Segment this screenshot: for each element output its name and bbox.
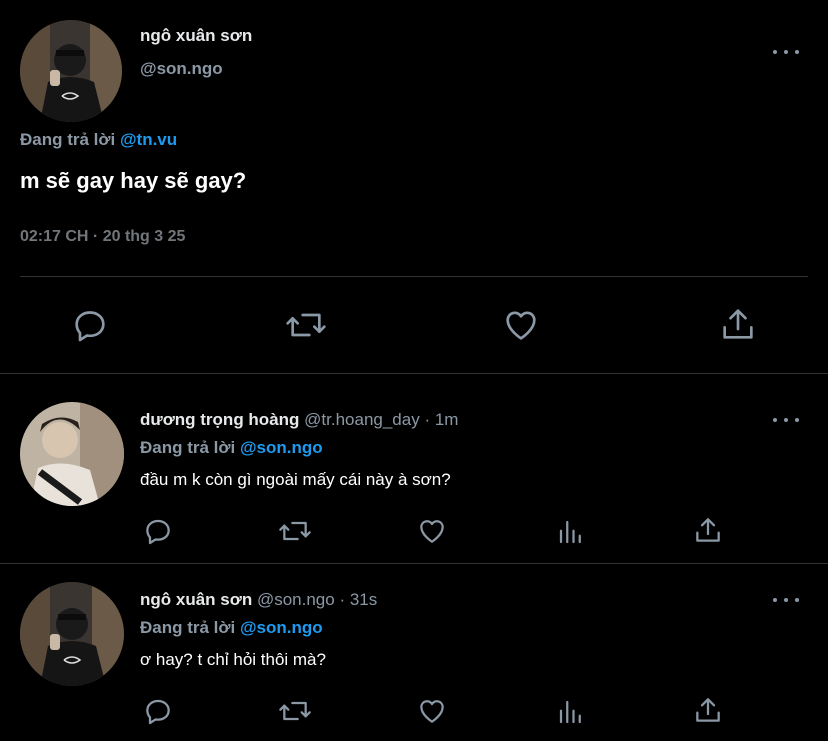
analytics-icon[interactable] — [556, 696, 586, 728]
more-icon[interactable] — [773, 415, 799, 425]
replying-prefix: Đang trả lời — [20, 130, 116, 149]
reply-text: ơ hay? t chỉ hỏi thôi mà? — [140, 650, 326, 669]
author-display-name[interactable]: ngô xuân sơn — [140, 26, 252, 46]
reply-time[interactable]: · 1m — [424, 410, 458, 429]
retweet-icon[interactable] — [277, 695, 313, 727]
tweet-text: m sẽ gay hay sẽ gay? — [20, 168, 247, 193]
reply-text: đầu m k còn gì ngoài mấy cái này à sơn? — [140, 470, 451, 489]
author-avatar[interactable] — [20, 20, 122, 122]
replying-to-line: Đang trả lời @son.ngo — [140, 618, 323, 638]
replying-to-handle[interactable]: @son.ngo — [240, 618, 323, 637]
tweet-timestamp[interactable]: 02:17 CH · 20 thg 3 25 — [20, 228, 185, 246]
replying-to-line: Đang trả lời @son.ngo — [140, 438, 323, 458]
divider — [20, 276, 808, 277]
section-divider — [0, 563, 828, 564]
reply-icon[interactable] — [142, 695, 174, 727]
author-handle[interactable]: @son.ngo — [140, 59, 223, 79]
reply-display-name[interactable]: dương trọng hoàng — [140, 410, 299, 429]
like-icon[interactable] — [501, 305, 541, 345]
reply-header: ngô xuân sơn @son.ngo · 31s — [140, 590, 377, 610]
retweet-icon[interactable] — [277, 515, 313, 547]
replying-prefix: Đang trả lời — [140, 438, 236, 457]
reply-icon[interactable] — [142, 515, 174, 547]
more-icon[interactable] — [773, 595, 799, 605]
reply-handle[interactable]: @son.ngo — [257, 590, 335, 609]
retweet-icon[interactable] — [284, 305, 328, 345]
section-divider — [0, 373, 828, 374]
replying-prefix: Đang trả lời — [140, 618, 236, 637]
analytics-icon[interactable] — [556, 516, 586, 548]
reply-author-avatar[interactable] — [20, 582, 124, 686]
share-icon[interactable] — [692, 694, 724, 726]
share-icon[interactable] — [692, 514, 724, 546]
like-icon[interactable] — [416, 695, 448, 727]
reply-time[interactable]: · 31s — [339, 590, 377, 609]
reply-author-avatar[interactable] — [20, 402, 124, 506]
reply-display-name[interactable]: ngô xuân sơn — [140, 590, 252, 609]
replying-to-handle[interactable]: @tn.vu — [120, 130, 177, 149]
reply-icon[interactable] — [70, 305, 110, 345]
share-icon[interactable] — [718, 304, 758, 344]
like-icon[interactable] — [416, 515, 448, 547]
replying-to-line: Đang trả lời @tn.vu — [20, 130, 177, 150]
reply-header: dương trọng hoàng @tr.hoang_day · 1m — [140, 410, 458, 430]
reply-handle[interactable]: @tr.hoang_day — [304, 410, 420, 429]
replying-to-handle[interactable]: @son.ngo — [240, 438, 323, 457]
more-icon[interactable] — [773, 47, 799, 57]
